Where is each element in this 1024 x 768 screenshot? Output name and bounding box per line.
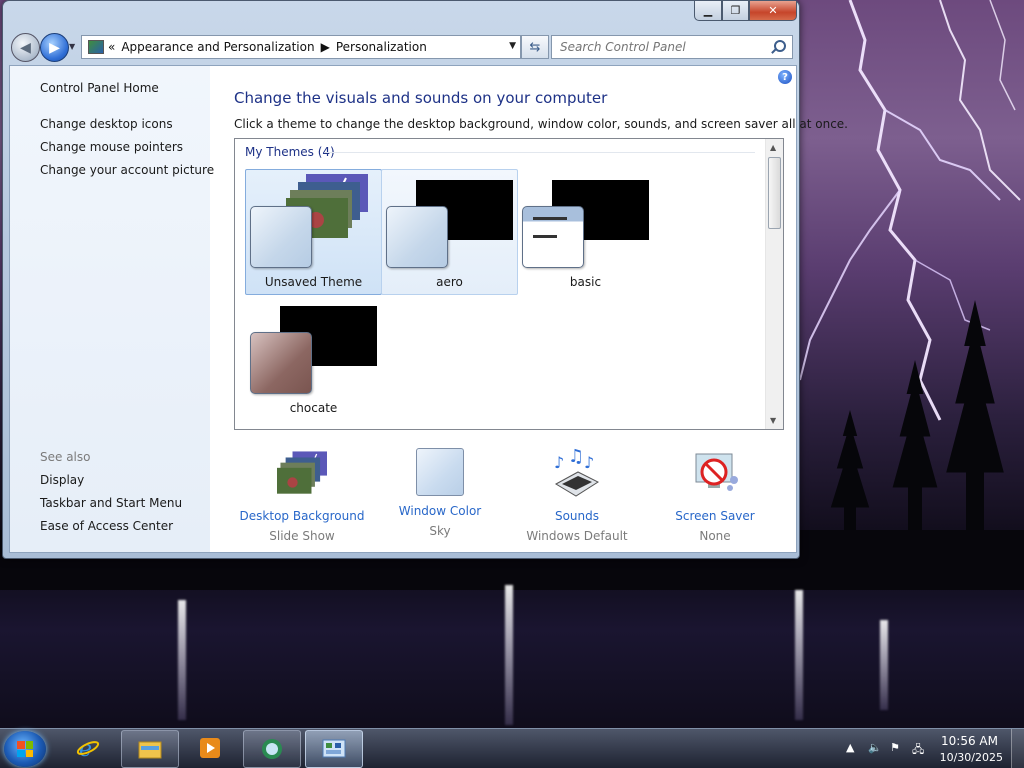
content-area: Control Panel Home Change desktop icons … xyxy=(9,65,848,553)
taskbar-media-player[interactable] xyxy=(182,730,238,766)
breadcrumb-overflow[interactable]: « xyxy=(108,40,115,54)
setting-label[interactable]: Sounds xyxy=(507,509,647,523)
volume-muted-icon[interactable]: 🔈 xyxy=(868,741,882,755)
arrow-right-icon: ▶ xyxy=(49,39,60,56)
color-swatch xyxy=(522,206,584,268)
taskbar-internet-explorer[interactable]: e xyxy=(60,730,116,766)
window-color-setting[interactable]: Window Color Sky xyxy=(370,448,510,538)
task-pane: Control Panel Home Change desktop icons … xyxy=(10,66,214,552)
change-account-picture-link[interactable]: Change your account picture xyxy=(40,163,214,177)
themes-scrollbar[interactable]: ▲ ▼ xyxy=(765,139,783,429)
control-panel-icon xyxy=(322,739,346,758)
show-desktop-button[interactable] xyxy=(1011,729,1024,768)
color-swatch xyxy=(250,332,312,394)
help-icon[interactable]: ? xyxy=(778,70,792,84)
windows-logo-icon xyxy=(17,741,33,757)
breadcrumb-appearance[interactable]: Appearance and Personalization xyxy=(121,40,314,54)
sounds-icon: ♪ ♫ ♪ xyxy=(554,446,600,497)
scroll-thumb[interactable] xyxy=(768,157,781,229)
theme-name: aero xyxy=(436,275,463,289)
control-panel-home-link[interactable]: Control Panel Home xyxy=(40,81,159,95)
theme-name: basic xyxy=(569,275,602,289)
window-color-icon xyxy=(416,448,464,496)
water-reflection xyxy=(505,585,513,725)
start-button[interactable] xyxy=(4,731,46,767)
theme-name: Unsaved Theme xyxy=(264,275,363,289)
breadcrumb-personalization[interactable]: Personalization xyxy=(336,40,427,54)
setting-label[interactable]: Screen Saver xyxy=(645,509,785,523)
action-center-icon[interactable]: ⚑ xyxy=(890,741,904,755)
chevron-right-icon[interactable]: ▶ xyxy=(321,40,330,54)
desktop-background-setting[interactable]: Desktop Background Slide Show xyxy=(232,448,372,543)
color-swatch xyxy=(250,206,312,268)
screen-saver-icon xyxy=(695,453,738,491)
svg-text:♫: ♫ xyxy=(568,448,584,467)
setting-value: Sky xyxy=(429,524,451,538)
setting-value: Windows Default xyxy=(526,529,628,543)
change-desktop-icons-link[interactable]: Change desktop icons xyxy=(40,117,173,131)
media-player-icon xyxy=(200,738,220,758)
svg-text:♪: ♪ xyxy=(584,453,594,472)
windows-explorer-icon xyxy=(138,741,162,759)
caption-buttons: ▁ ❐ ✕ xyxy=(694,1,797,21)
change-mouse-pointers-link[interactable]: Change mouse pointers xyxy=(40,140,183,154)
color-swatch xyxy=(386,206,448,268)
taskbar-windows-explorer[interactable] xyxy=(121,730,179,768)
display-link[interactable]: Display xyxy=(40,473,84,487)
setting-value: Slide Show xyxy=(269,529,335,543)
slideshow-icon xyxy=(277,451,327,494)
search-input[interactable] xyxy=(558,39,772,55)
lightning-decoration xyxy=(799,0,1021,421)
theme-chocate[interactable]: chocate xyxy=(245,295,382,421)
address-dropdown-button[interactable]: ▼ xyxy=(509,41,516,51)
water-reflection xyxy=(178,600,186,720)
notification-area: ▲ 🔈 ⚑ 🖧 10:56 AM 10/30/2025 xyxy=(834,729,1024,768)
scroll-up-arrow-icon[interactable]: ▲ xyxy=(770,143,776,152)
maximize-button[interactable]: ❐ xyxy=(722,1,749,21)
themes-list: My Themes (4) Unsaved Theme aero basic c… xyxy=(234,138,784,430)
theme-name: chocate xyxy=(289,401,338,415)
page-title: Change the visuals and sounds on your co… xyxy=(234,89,608,107)
arrow-left-icon: ◀ xyxy=(20,39,31,56)
refresh-button[interactable]: ⇆ xyxy=(521,35,549,59)
address-bar[interactable]: « Appearance and Personalization ▶ Perso… xyxy=(81,35,521,59)
my-themes-group-header[interactable]: My Themes (4) xyxy=(245,145,335,159)
group-divider xyxy=(325,152,755,153)
personalization-window: ▁ ❐ ✕ ◀ ▶ ▼ « Appearance and Personaliza… xyxy=(2,0,848,559)
taskbar-start-menu-link[interactable]: Taskbar and Start Menu xyxy=(40,496,182,510)
setting-label[interactable]: Window Color xyxy=(370,504,510,518)
see-also-heading: See also xyxy=(40,450,91,464)
back-button[interactable]: ◀ xyxy=(11,33,40,62)
network-status-icon[interactable]: 🖧 xyxy=(912,741,926,756)
internet-explorer-icon: e xyxy=(76,737,100,759)
refresh-icon: ⇆ xyxy=(529,39,541,55)
theme-basic[interactable]: basic xyxy=(517,169,654,295)
ease-of-access-link[interactable]: Ease of Access Center xyxy=(40,519,173,533)
taskbar-control-panel[interactable] xyxy=(305,730,363,768)
show-hidden-icons-icon[interactable]: ▲ xyxy=(846,741,860,755)
clock-date[interactable]: 10/30/2025 xyxy=(940,751,1003,764)
scroll-down-arrow-icon[interactable]: ▼ xyxy=(770,416,776,425)
water-reflection xyxy=(880,620,888,710)
minimize-button[interactable]: ▁ xyxy=(694,1,722,21)
search-box[interactable] xyxy=(551,35,793,59)
network-icon xyxy=(262,739,282,759)
setting-value: None xyxy=(699,529,731,543)
page-subtitle: Click a theme to change the desktop back… xyxy=(234,117,848,131)
sounds-setting[interactable]: ♪ ♫ ♪ Sounds Windows Default xyxy=(507,446,647,543)
control-panel-icon xyxy=(88,40,104,54)
svg-text:♪: ♪ xyxy=(554,453,564,472)
taskbar-network[interactable] xyxy=(243,730,301,768)
search-icon[interactable] xyxy=(774,40,786,52)
recent-pages-dropdown[interactable]: ▼ xyxy=(69,42,75,51)
water-reflection xyxy=(795,590,803,720)
taskbar: e ▲ 🔈 ⚑ 🖧 10:56 AM 10/30/2025 xyxy=(0,728,1024,768)
forward-button[interactable]: ▶ xyxy=(40,33,69,62)
theme-unsaved[interactable]: Unsaved Theme xyxy=(245,169,382,295)
clock-time[interactable]: 10:56 AM xyxy=(941,734,998,748)
close-button[interactable]: ✕ xyxy=(749,1,797,21)
theme-aero[interactable]: aero xyxy=(381,169,518,295)
setting-label[interactable]: Desktop Background xyxy=(232,509,372,523)
screen-saver-setting[interactable]: Screen Saver None xyxy=(645,448,785,543)
